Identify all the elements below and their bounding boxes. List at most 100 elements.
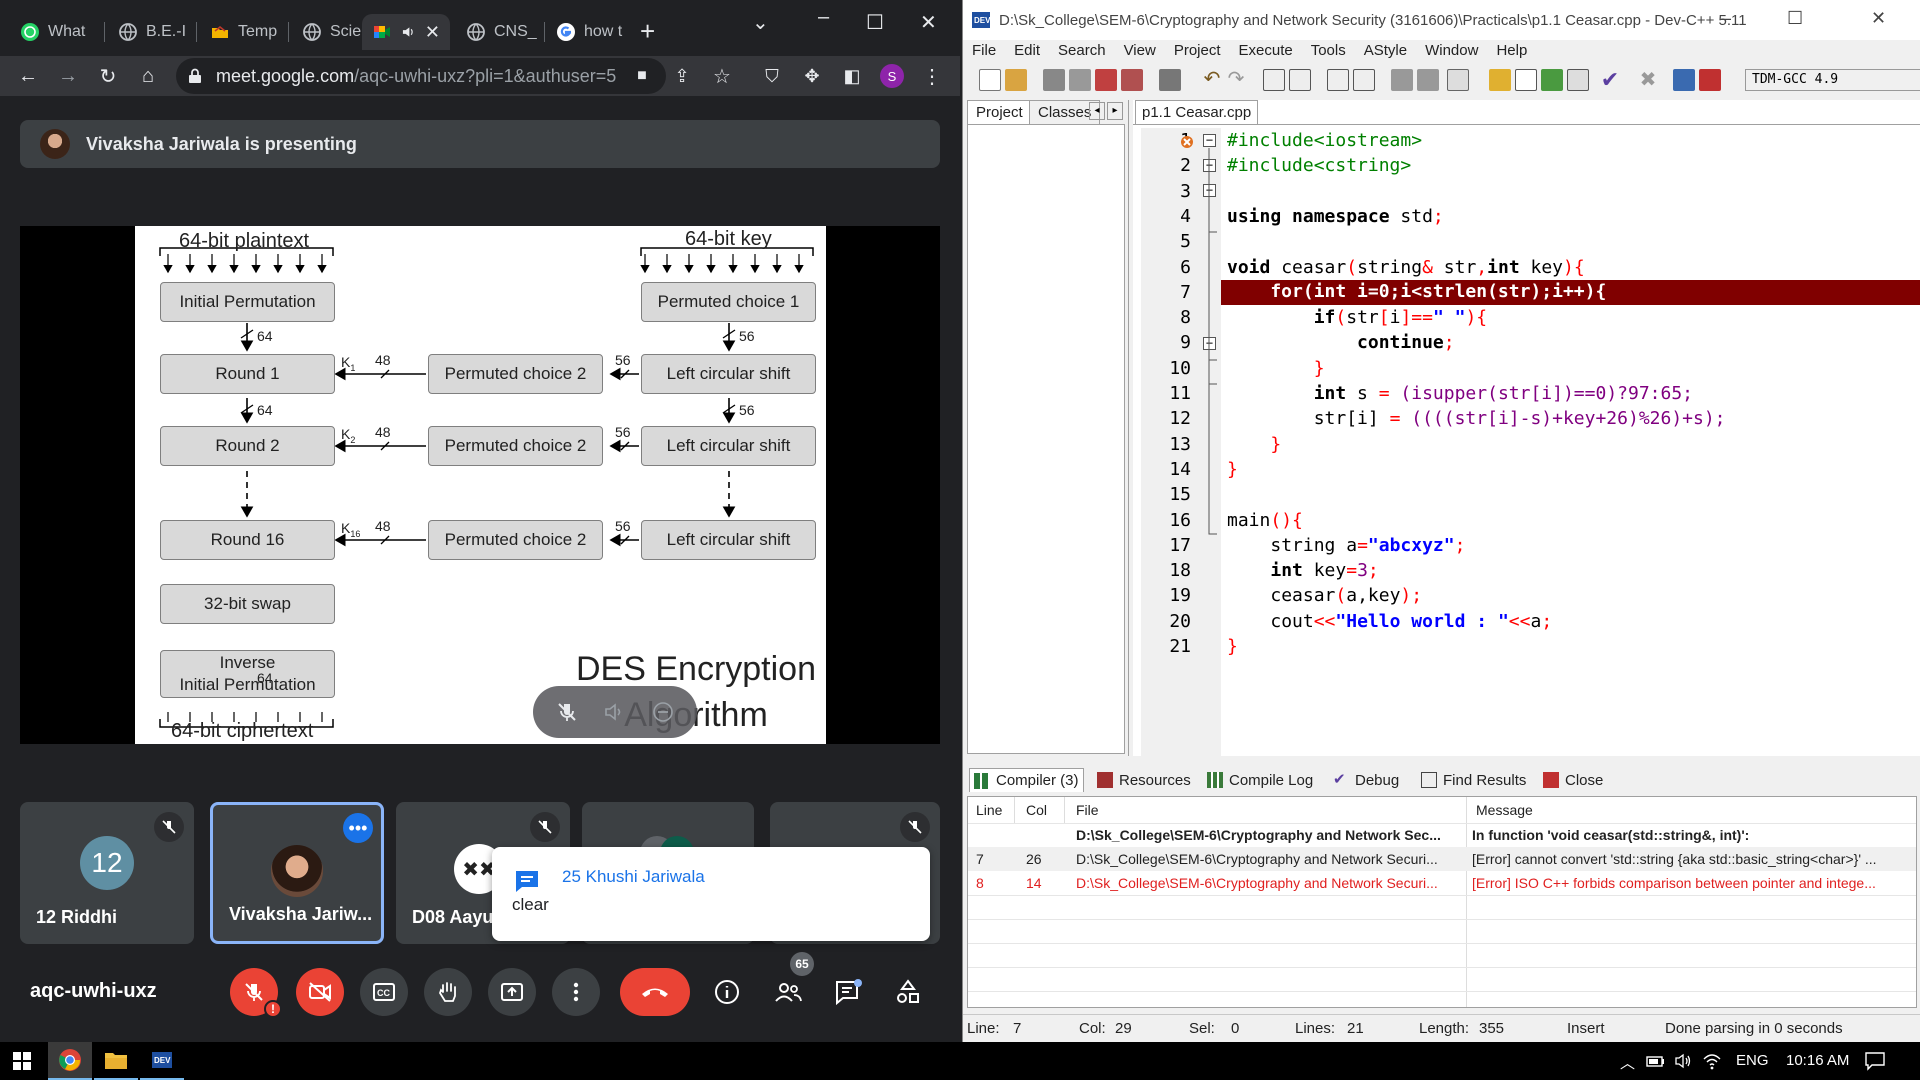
tab-compiler[interactable]: Compiler (3) — [969, 768, 1084, 792]
col-header-file[interactable]: File — [1070, 797, 1099, 823]
profile-avatar[interactable]: S — [876, 60, 908, 92]
menu-search[interactable]: Search — [1049, 40, 1115, 62]
chat-button[interactable] — [828, 972, 868, 1012]
meeting-info-button[interactable] — [707, 972, 747, 1012]
address-bar[interactable]: meet.google.com/aqc-uwhi-uxz?pli=1&authu… — [176, 58, 666, 94]
volume-icon[interactable] — [1674, 1053, 1694, 1069]
tab-project[interactable]: Project — [967, 100, 1032, 126]
run-icon[interactable] — [1515, 69, 1537, 91]
participant-tile-active[interactable]: ••• Vivaksha Jariw... — [210, 802, 384, 944]
new-file-icon[interactable] — [979, 69, 1001, 91]
remove-icon[interactable] — [651, 700, 675, 724]
menu-edit[interactable]: Edit — [1005, 40, 1049, 62]
open-file-icon[interactable] — [1005, 69, 1027, 91]
tab-close[interactable]: Close — [1539, 768, 1607, 792]
present-button[interactable] — [488, 968, 536, 1016]
captions-button[interactable]: CC — [360, 968, 408, 1016]
browser-tab-be[interactable]: B.E.-I — [108, 14, 192, 50]
find-icon[interactable] — [1263, 69, 1285, 91]
leave-call-button[interactable] — [620, 968, 690, 1016]
muted-presenter-icon[interactable] — [555, 700, 579, 724]
close-tab-icon[interactable]: ✕ — [425, 22, 440, 43]
save-all-icon[interactable] — [1069, 69, 1091, 91]
share-icon[interactable]: ⇪ — [666, 60, 698, 92]
close-all-icon[interactable] — [1121, 69, 1143, 91]
file-tab[interactable]: p1.1 Ceasar.cpp — [1135, 100, 1259, 124]
tab-find-results[interactable]: Find Results — [1417, 768, 1530, 792]
col-header-message[interactable]: Message — [1470, 797, 1533, 823]
mic-toggle-button[interactable]: ! — [230, 968, 282, 1018]
more-options-icon[interactable]: ••• — [343, 813, 373, 843]
unindent-icon[interactable] — [1353, 69, 1375, 91]
compiler-messages-grid[interactable]: Line Col File Message D:\Sk_College\SEM-… — [967, 796, 1917, 1008]
tab-debug[interactable]: ✔ Debug — [1329, 768, 1403, 792]
minimize-icon[interactable]: – — [818, 6, 829, 29]
redo-icon[interactable]: ↷ — [1225, 69, 1247, 91]
speaker-icon[interactable] — [402, 25, 415, 39]
tab-compile-log[interactable]: Compile Log — [1203, 768, 1317, 792]
menu-file[interactable]: File — [963, 40, 1005, 62]
tray-chevron-icon[interactable]: ︿ — [1620, 1052, 1635, 1073]
project-tree[interactable] — [967, 124, 1125, 754]
next-icon[interactable] — [1417, 69, 1439, 91]
battery-icon[interactable] — [1646, 1053, 1666, 1069]
chrome-menu-icon[interactable]: ⋮ — [916, 60, 948, 92]
print-icon[interactable] — [1159, 69, 1181, 91]
home-icon[interactable]: ⌂ — [132, 60, 164, 92]
close-window-icon[interactable]: ✕ — [1871, 8, 1886, 29]
undo-icon[interactable]: ↶ — [1201, 69, 1223, 91]
compiler-select[interactable]: TDM-GCC 4.9 — [1745, 69, 1920, 91]
close-file-icon[interactable] — [1095, 69, 1117, 91]
compile-run-icon[interactable] — [1541, 69, 1563, 91]
more-options-button[interactable] — [552, 968, 600, 1016]
wifi-icon[interactable] — [1702, 1052, 1722, 1070]
code-editor[interactable]: p1.1 Ceasar.cpp 123456789101112131415161… — [1133, 100, 1920, 756]
col-header-line[interactable]: Line — [970, 797, 1002, 823]
menu-window[interactable]: Window — [1416, 40, 1487, 62]
camera-indicator-icon[interactable]: ■ — [626, 60, 658, 92]
toggle-icon[interactable] — [1447, 69, 1469, 91]
rebuild-icon[interactable] — [1567, 69, 1589, 91]
menu-view[interactable]: View — [1115, 40, 1165, 62]
taskbar-chrome[interactable] — [48, 1042, 92, 1080]
back-icon[interactable]: ← — [12, 60, 44, 92]
browser-tab-google[interactable]: how t — [546, 14, 626, 50]
tab-scroll-right-icon[interactable]: ▸ — [1107, 102, 1123, 120]
save-icon[interactable] — [1043, 69, 1065, 91]
browser-tab-cns[interactable]: CNS_ — [456, 14, 540, 50]
table-row[interactable]: 8 14 D:\Sk_College\SEM-6\Cryptography an… — [968, 871, 1916, 895]
close-window-icon[interactable]: ✕ — [920, 10, 937, 35]
menu-execute[interactable]: Execute — [1230, 40, 1302, 62]
indent-icon[interactable] — [1327, 69, 1349, 91]
taskbar-file-explorer[interactable] — [94, 1042, 138, 1080]
raise-hand-button[interactable] — [424, 968, 472, 1016]
check-syntax-icon[interactable]: ✔ — [1599, 69, 1621, 91]
minimize-icon[interactable]: – — [1721, 8, 1731, 29]
browser-tab-meet[interactable]: ✕ — [362, 14, 450, 50]
side-panel-icon[interactable]: ◧ — [836, 60, 868, 92]
tab-resources[interactable]: Resources — [1093, 768, 1195, 792]
menu-tools[interactable]: Tools — [1302, 40, 1355, 62]
tab-search-icon[interactable]: ⌄ — [752, 10, 769, 35]
col-header-col[interactable]: Col — [1020, 797, 1047, 823]
chart-icon[interactable] — [1673, 69, 1695, 91]
forward-icon[interactable]: → — [52, 60, 84, 92]
table-row[interactable]: D:\Sk_College\SEM-6\Cryptography and Net… — [968, 823, 1916, 847]
replace-icon[interactable] — [1289, 69, 1311, 91]
menu-astyle[interactable]: AStyle — [1355, 40, 1416, 62]
taskbar-devcpp[interactable]: DEV — [140, 1042, 184, 1080]
menu-help[interactable]: Help — [1487, 40, 1536, 62]
menu-project[interactable]: Project — [1165, 40, 1230, 62]
tab-scroll-left-icon[interactable]: ◂ — [1089, 102, 1105, 120]
error-highlight-line[interactable]: for(int i=0;i<strlen(str);i++){ — [1221, 279, 1920, 305]
stop-icon[interactable]: ✖ — [1637, 69, 1659, 91]
shield-extension-icon[interactable]: ⛉ — [756, 60, 788, 92]
extensions-icon[interactable]: ✥ — [796, 60, 828, 92]
browser-tab-temp[interactable]: Temp — [200, 14, 284, 50]
maximize-icon[interactable]: ☐ — [1787, 8, 1803, 29]
participants-button[interactable]: 65 — [768, 952, 814, 1012]
language-indicator[interactable]: ENG — [1736, 1052, 1769, 1069]
prev-icon[interactable] — [1391, 69, 1413, 91]
lock-icon[interactable] — [188, 68, 202, 84]
clock[interactable]: 10:16 AM — [1786, 1052, 1849, 1069]
